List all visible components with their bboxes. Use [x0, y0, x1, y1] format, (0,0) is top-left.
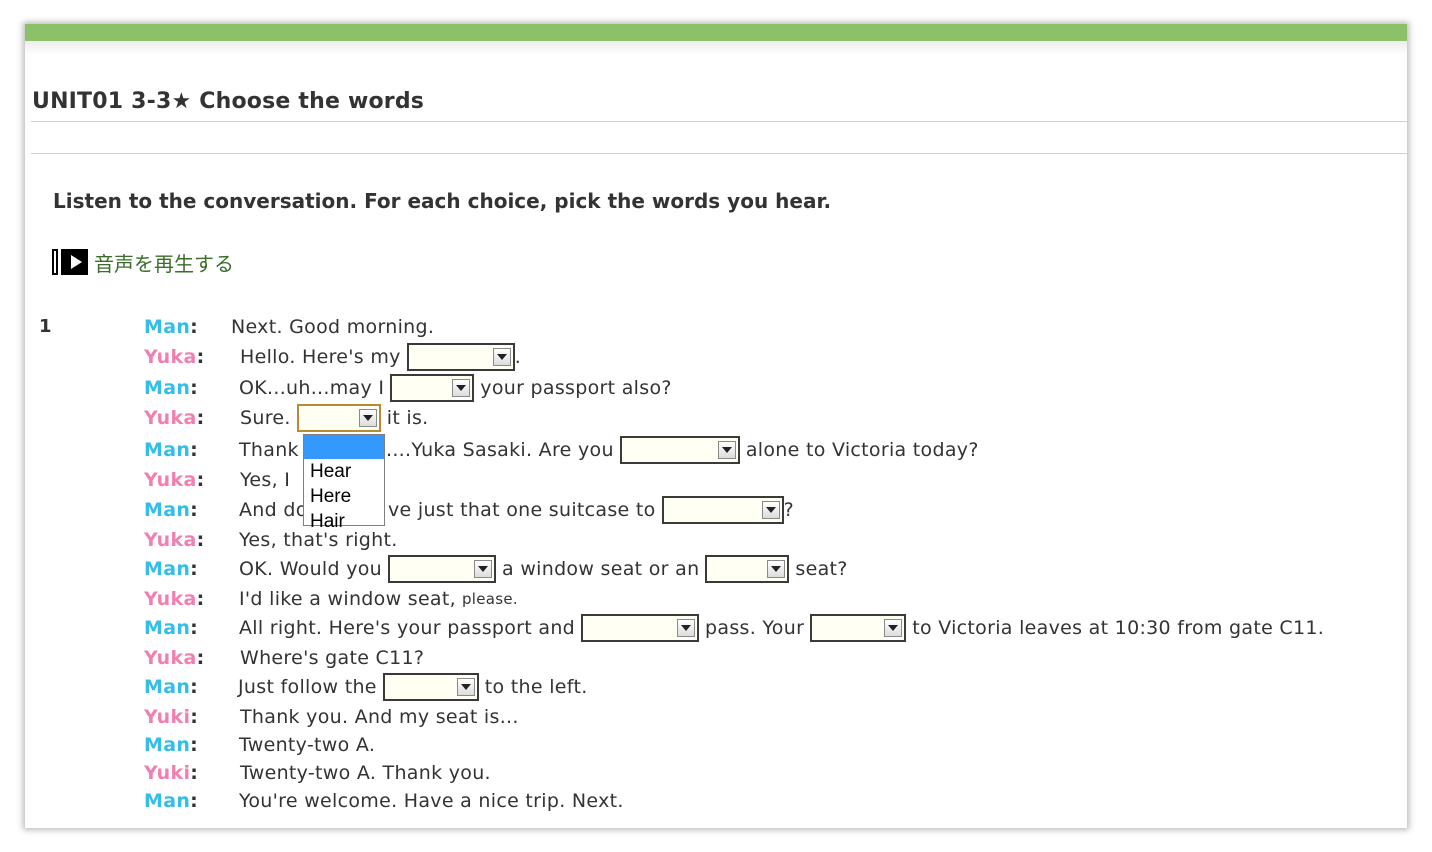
- dialogue-text: Twenty-two A.: [239, 734, 376, 756]
- dialogue-text: Next. Good morning.: [231, 316, 435, 338]
- question-number: 1: [39, 316, 52, 337]
- dialogue-text: Hello. Here's my: [240, 346, 401, 368]
- play-audio-control[interactable]: 音声を再生する: [52, 247, 234, 277]
- word-select[interactable]: [661, 496, 784, 524]
- word-select[interactable]: [581, 614, 700, 642]
- dialogue-text: All right. Here's your passport and: [239, 617, 576, 639]
- chevron-down-icon[interactable]: [677, 619, 696, 637]
- speaker-label: Yuki:: [144, 762, 199, 784]
- speaker-label: Yuka:: [144, 588, 205, 610]
- speaker-label: Yuka:: [144, 346, 205, 368]
- dialogue-text: .: [514, 346, 522, 368]
- chevron-down-icon[interactable]: [452, 379, 471, 397]
- word-select-open[interactable]: [296, 404, 381, 432]
- exercise-window: UNIT01 3-3★ Choose the words Listen to t…: [25, 24, 1407, 828]
- dropdown-option[interactable]: Hear: [304, 459, 384, 484]
- dialogue-text: And do: [239, 499, 308, 521]
- word-select[interactable]: [406, 343, 515, 371]
- word-select[interactable]: [390, 374, 475, 402]
- speaker-label: Man:: [144, 316, 199, 338]
- speaker-label: Yuki:: [144, 706, 199, 728]
- dialogue-text: alone to Victoria today?: [745, 439, 979, 461]
- chevron-down-icon[interactable]: [492, 348, 511, 366]
- speaker-label: Man:: [144, 558, 199, 580]
- dialogue-text: to the left.: [484, 676, 588, 698]
- speaker-label: Yuka:: [144, 407, 205, 429]
- divider: [31, 121, 1407, 122]
- dialogue-text: please.: [461, 590, 518, 608]
- dropdown-option[interactable]: Hair: [304, 509, 384, 534]
- play-icon[interactable]: [61, 249, 88, 275]
- chevron-down-icon[interactable]: [456, 678, 475, 696]
- speaker-label: Man:: [144, 377, 199, 399]
- divider: [31, 153, 1407, 154]
- dialogue-text: a window seat or an: [502, 558, 700, 580]
- dialogue-text: OK. Would you: [239, 558, 383, 580]
- dialogue-text: Where's gate C11?: [240, 647, 425, 669]
- top-bar: [25, 24, 1407, 41]
- audio-bar-icon: [52, 249, 58, 275]
- speaker-label: Man:: [144, 439, 199, 461]
- speaker-label: Yuka:: [144, 529, 205, 551]
- dialogue-text: your passport also?: [480, 377, 672, 399]
- speaker-label: Man:: [144, 676, 199, 698]
- dialogue-text: OK...uh...may I: [239, 377, 385, 399]
- dialogue-text: Thank you. And my seat is...: [240, 706, 519, 728]
- page-title: UNIT01 3-3★ Choose the words: [32, 89, 425, 114]
- chevron-down-icon[interactable]: [717, 441, 736, 459]
- speaker-label: Man:: [144, 734, 199, 756]
- dialogue-text: pass. Your: [705, 617, 805, 639]
- dialogue-text: You're welcome. Have a nice trip. Next.: [239, 790, 624, 812]
- dialogue-text: seat?: [795, 558, 848, 580]
- play-audio-link[interactable]: 音声を再生する: [94, 248, 234, 277]
- dropdown-list[interactable]: Hear Here Hair: [303, 434, 385, 532]
- speaker-label: Man:: [144, 790, 199, 812]
- dialogue-text: ?: [783, 499, 794, 521]
- dialogue-text: it is.: [386, 407, 429, 429]
- dialogue-text: I'd like a window seat,: [239, 588, 456, 610]
- dialogue-text: Twenty-two A. Thank you.: [240, 762, 491, 784]
- top-bar-shade: [25, 41, 1407, 55]
- speaker-label: Man:: [144, 617, 199, 639]
- dialogue-text: Sure.: [240, 407, 291, 429]
- chevron-down-icon[interactable]: [884, 619, 903, 637]
- dropdown-option[interactable]: Here: [304, 484, 384, 509]
- dialogue-text: ve just that one suitcase to: [388, 499, 656, 521]
- word-select[interactable]: [705, 555, 790, 583]
- dialogue-text: to Victoria leaves at 10:30 from gate C1…: [912, 617, 1325, 639]
- word-select[interactable]: [810, 614, 907, 642]
- dialogue-text: ....Yuka Sasaki. Are you: [386, 439, 614, 461]
- dialogue-text: Just follow the: [238, 676, 377, 698]
- speaker-label: Yuka:: [144, 647, 205, 669]
- dialogue-text: Yes, I: [240, 469, 291, 491]
- word-select[interactable]: [619, 436, 740, 464]
- chevron-down-icon[interactable]: [474, 560, 493, 578]
- word-select[interactable]: [382, 673, 479, 701]
- chevron-down-icon[interactable]: [358, 409, 377, 427]
- dropdown-highlight-option[interactable]: [304, 435, 384, 459]
- chevron-down-icon[interactable]: [761, 501, 780, 519]
- instruction-text: Listen to the conversation. For each cho…: [53, 189, 832, 213]
- word-select[interactable]: [388, 555, 497, 583]
- speaker-label: Man:: [144, 499, 199, 521]
- chevron-down-icon[interactable]: [767, 560, 786, 578]
- dialogue-text: Thank: [239, 439, 299, 461]
- speaker-label: Yuka:: [144, 469, 205, 491]
